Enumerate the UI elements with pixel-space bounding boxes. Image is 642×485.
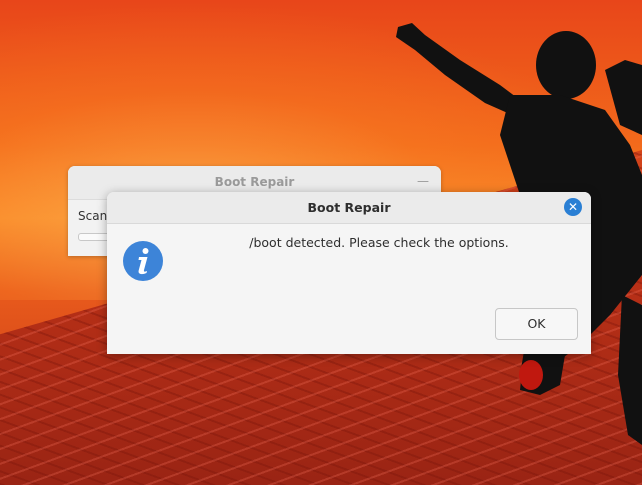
ok-button[interactable]: OK bbox=[495, 308, 578, 340]
dialog-titlebar: Boot Repair ✕ bbox=[107, 192, 591, 224]
desktop: Boot Repair — Scan Boot Repair ✕ /boot d… bbox=[0, 0, 642, 485]
boot-repair-dialog: Boot Repair ✕ /boot detected. Please che… bbox=[107, 192, 591, 354]
minimize-button[interactable]: — bbox=[417, 174, 429, 188]
dialog-message: /boot detected. Please check the options… bbox=[249, 235, 509, 250]
info-icon bbox=[123, 241, 163, 281]
scan-status-text: Scan bbox=[78, 209, 108, 223]
dialog-title: Boot Repair bbox=[307, 200, 391, 215]
close-button[interactable]: ✕ bbox=[564, 198, 582, 216]
background-window-title: Boot Repair bbox=[214, 175, 295, 189]
